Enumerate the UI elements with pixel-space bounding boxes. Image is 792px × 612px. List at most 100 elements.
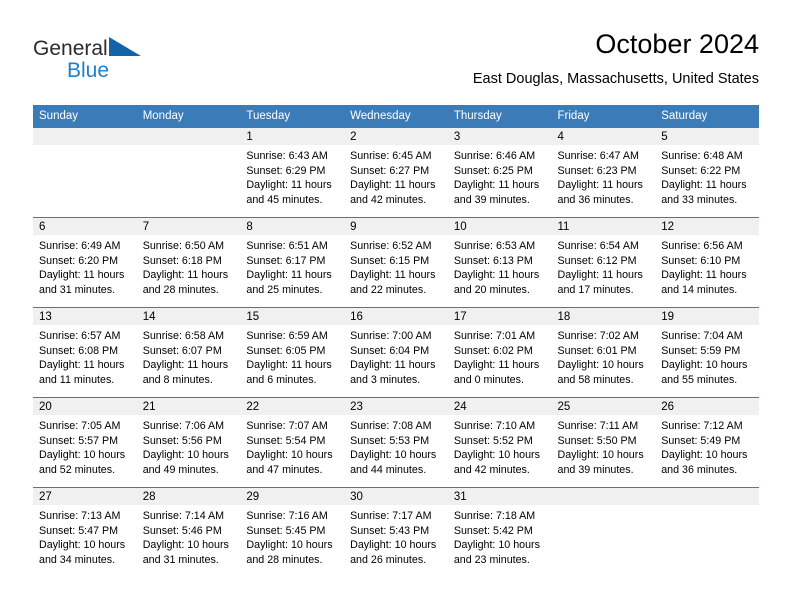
day-cell[interactable]: 26 Sunrise: 7:12 AM Sunset: 5:49 PM Dayligh…: [655, 397, 759, 488]
sunset-text: Sunset: 6:27 PM: [350, 164, 430, 177]
day-number: [655, 488, 759, 505]
day-cell[interactable]: 22 Sunrise: 7:07 AM Sunset: 5:54 PM Dayligh…: [240, 397, 345, 488]
sunrise-text: Sunrise: 7:10 AM: [453, 420, 536, 432]
sunset-text: Sunset: 6:22 PM: [661, 164, 741, 177]
sunrise-text: Sunrise: 6:46 AM: [453, 150, 536, 162]
sunset-text: Sunset: 5:47 PM: [39, 524, 119, 537]
day-number: 26: [655, 398, 759, 415]
page-subtitle: East Douglas, Massachusetts, United Stat…: [472, 71, 759, 87]
day-cell[interactable]: 12 Sunrise: 6:56 AM Sunset: 6:10 PM Dayligh…: [655, 217, 759, 308]
sunrise-text: Sunrise: 6:45 AM: [350, 150, 432, 162]
calendar-week-row: 1 Sunrise: 6:43 AM Sunset: 6:29 PM Daylight…: [33, 128, 759, 218]
sunset-text: Sunset: 6:12 PM: [557, 254, 637, 267]
day-cell[interactable]: 30 Sunrise: 7:17 AM Sunset: 5:43 PM Dayligh…: [344, 487, 448, 577]
sunset-text: Sunset: 6:02 PM: [453, 344, 533, 357]
day-cell[interactable]: 16 Sunrise: 7:00 AM Sunset: 6:04 PM Dayligh…: [344, 307, 448, 398]
sunset-text: Sunset: 5:42 PM: [453, 524, 533, 537]
day-details: Sunrise: 6:59 AM Sunset: 6:05 PM Daylight:…: [240, 325, 344, 387]
day-number: 31: [447, 488, 552, 505]
day-cell[interactable]: 1 Sunrise: 6:43 AM Sunset: 6:29 PM Daylight…: [240, 128, 345, 218]
day-cell[interactable]: 7 Sunrise: 6:50 AM Sunset: 6:18 PM Daylight…: [136, 217, 241, 308]
day-number: 21: [136, 398, 241, 415]
daylight-text: Daylight: 11 hours and 28 minutes.: [142, 269, 229, 296]
daylight-text: Daylight: 11 hours and 22 minutes.: [350, 269, 436, 296]
daylight-text: Daylight: 11 hours and 3 minutes.: [350, 359, 436, 386]
daylight-text: Daylight: 10 hours and 52 minutes.: [39, 449, 126, 476]
day-cell[interactable]: 27 Sunrise: 7:13 AM Sunset: 5:47 PM Dayligh…: [33, 487, 137, 577]
day-cell[interactable]: 2 Sunrise: 6:45 AM Sunset: 6:27 PM Daylight…: [344, 128, 448, 218]
day-number: 29: [240, 488, 345, 505]
daylight-text: Daylight: 11 hours and 39 minutes.: [453, 179, 540, 206]
weekday-header-saturday: Saturday: [655, 105, 759, 128]
sunset-text: Sunset: 6:18 PM: [142, 254, 222, 267]
day-cell[interactable]: 13 Sunrise: 6:57 AM Sunset: 6:08 PM Dayligh…: [33, 307, 137, 398]
sunrise-text: Sunrise: 6:56 AM: [661, 240, 743, 252]
day-cell[interactable]: 15 Sunrise: 6:59 AM Sunset: 6:05 PM Dayligh…: [240, 307, 345, 398]
calendar-week-row: 6 Sunrise: 6:49 AM Sunset: 6:20 PM Daylight…: [33, 217, 759, 308]
day-details: Sunrise: 6:53 AM Sunset: 6:13 PM Daylight:…: [448, 235, 552, 297]
day-number: 16: [344, 308, 448, 325]
day-number: 19: [655, 308, 759, 325]
daylight-text: Daylight: 10 hours and 28 minutes.: [246, 539, 333, 566]
weekday-header-monday: Monday: [136, 105, 241, 128]
day-number: 1: [240, 128, 345, 145]
sunrise-text: Sunrise: 6:53 AM: [453, 240, 536, 252]
day-cell[interactable]: 4 Sunrise: 6:47 AM Sunset: 6:23 PM Daylight…: [551, 128, 656, 218]
generalblue-logo[interactable]: General Blue: [33, 36, 193, 86]
day-details: Sunrise: 7:14 AM Sunset: 5:46 PM Daylight:…: [137, 505, 241, 567]
day-cell[interactable]: 19 Sunrise: 7:04 AM Sunset: 5:59 PM Dayligh…: [655, 307, 759, 398]
logo-text-blue: Blue: [67, 59, 110, 82]
calendar-week-row: 27 Sunrise: 7:13 AM Sunset: 5:47 PM Dayligh…: [33, 487, 759, 577]
day-cell[interactable]: 11 Sunrise: 6:54 AM Sunset: 6:12 PM Dayligh…: [551, 217, 656, 308]
daylight-text: Daylight: 10 hours and 47 minutes.: [246, 449, 333, 476]
weekday-header-friday: Friday: [551, 105, 656, 128]
calendar-header-row: Sunday Monday Tuesday Wednesday Thursday…: [33, 105, 759, 128]
calendar-week-row: 20 Sunrise: 7:05 AM Sunset: 5:57 PM Dayligh…: [33, 397, 759, 488]
weekday-header-sunday: Sunday: [33, 105, 137, 128]
weekday-header-wednesday: Wednesday: [344, 105, 448, 128]
day-number: 8: [240, 218, 345, 235]
day-number: 3: [447, 128, 552, 145]
day-cell[interactable]: 10 Sunrise: 6:53 AM Sunset: 6:13 PM Dayligh…: [447, 217, 552, 308]
day-cell[interactable]: 3 Sunrise: 6:46 AM Sunset: 6:25 PM Daylight…: [447, 128, 552, 218]
day-cell[interactable]: 18 Sunrise: 7:02 AM Sunset: 6:01 PM Dayligh…: [551, 307, 656, 398]
day-number: 11: [551, 218, 656, 235]
day-details: Sunrise: 6:47 AM Sunset: 6:23 PM Daylight:…: [552, 145, 656, 207]
day-number: 20: [33, 398, 137, 415]
daylight-text: Daylight: 10 hours and 44 minutes.: [350, 449, 437, 476]
sunrise-text: Sunrise: 7:08 AM: [350, 420, 432, 432]
day-cell[interactable]: 23 Sunrise: 7:08 AM Sunset: 5:53 PM Dayligh…: [344, 397, 448, 488]
sunset-text: Sunset: 5:46 PM: [142, 524, 222, 537]
day-details: Sunrise: 7:02 AM Sunset: 6:01 PM Daylight:…: [552, 325, 656, 387]
day-cell-empty: [551, 487, 656, 577]
day-cell[interactable]: 6 Sunrise: 6:49 AM Sunset: 6:20 PM Daylight…: [33, 217, 137, 308]
daylight-text: Daylight: 11 hours and 8 minutes.: [142, 359, 229, 386]
daylight-text: Daylight: 11 hours and 11 minutes.: [39, 359, 125, 386]
day-cell[interactable]: 21 Sunrise: 7:06 AM Sunset: 5:56 PM Dayligh…: [136, 397, 241, 488]
day-details: Sunrise: 6:54 AM Sunset: 6:12 PM Daylight:…: [552, 235, 656, 297]
sunset-text: Sunset: 6:23 PM: [557, 164, 637, 177]
sunrise-text: Sunrise: 7:06 AM: [142, 420, 225, 432]
day-cell[interactable]: 20 Sunrise: 7:05 AM Sunset: 5:57 PM Dayligh…: [33, 397, 137, 488]
title-block: October 2024 East Douglas, Massachusetts…: [473, 28, 759, 89]
day-cell[interactable]: 24 Sunrise: 7:10 AM Sunset: 5:52 PM Dayligh…: [447, 397, 552, 488]
day-cell[interactable]: 28 Sunrise: 7:14 AM Sunset: 5:46 PM Dayligh…: [136, 487, 241, 577]
day-cell[interactable]: 14 Sunrise: 6:58 AM Sunset: 6:07 PM Dayligh…: [136, 307, 241, 398]
day-cell[interactable]: 9 Sunrise: 6:52 AM Sunset: 6:15 PM Daylight…: [344, 217, 448, 308]
day-details: Sunrise: 7:05 AM Sunset: 5:57 PM Daylight:…: [33, 415, 137, 477]
day-number: 22: [240, 398, 345, 415]
sunset-text: Sunset: 6:08 PM: [39, 344, 119, 357]
sunset-text: Sunset: 6:10 PM: [661, 254, 741, 267]
day-cell[interactable]: 5 Sunrise: 6:48 AM Sunset: 6:22 PM Daylight…: [655, 128, 759, 218]
day-number: 4: [551, 128, 656, 145]
sunrise-text: Sunrise: 7:00 AM: [350, 330, 432, 342]
day-details: Sunrise: 6:43 AM Sunset: 6:29 PM Daylight:…: [240, 145, 344, 207]
day-number: 2: [344, 128, 448, 145]
day-cell[interactable]: 8 Sunrise: 6:51 AM Sunset: 6:17 PM Daylight…: [240, 217, 345, 308]
day-cell[interactable]: 17 Sunrise: 7:01 AM Sunset: 6:02 PM Dayligh…: [447, 307, 552, 398]
sunrise-text: Sunrise: 6:47 AM: [557, 150, 639, 162]
day-cell[interactable]: 31 Sunrise: 7:18 AM Sunset: 5:42 PM Dayligh…: [447, 487, 552, 577]
day-cell[interactable]: 25 Sunrise: 7:11 AM Sunset: 5:50 PM Dayligh…: [551, 397, 656, 488]
day-details: Sunrise: 7:10 AM Sunset: 5:52 PM Daylight:…: [448, 415, 552, 477]
day-cell[interactable]: 29 Sunrise: 7:16 AM Sunset: 5:45 PM Dayligh…: [240, 487, 345, 577]
